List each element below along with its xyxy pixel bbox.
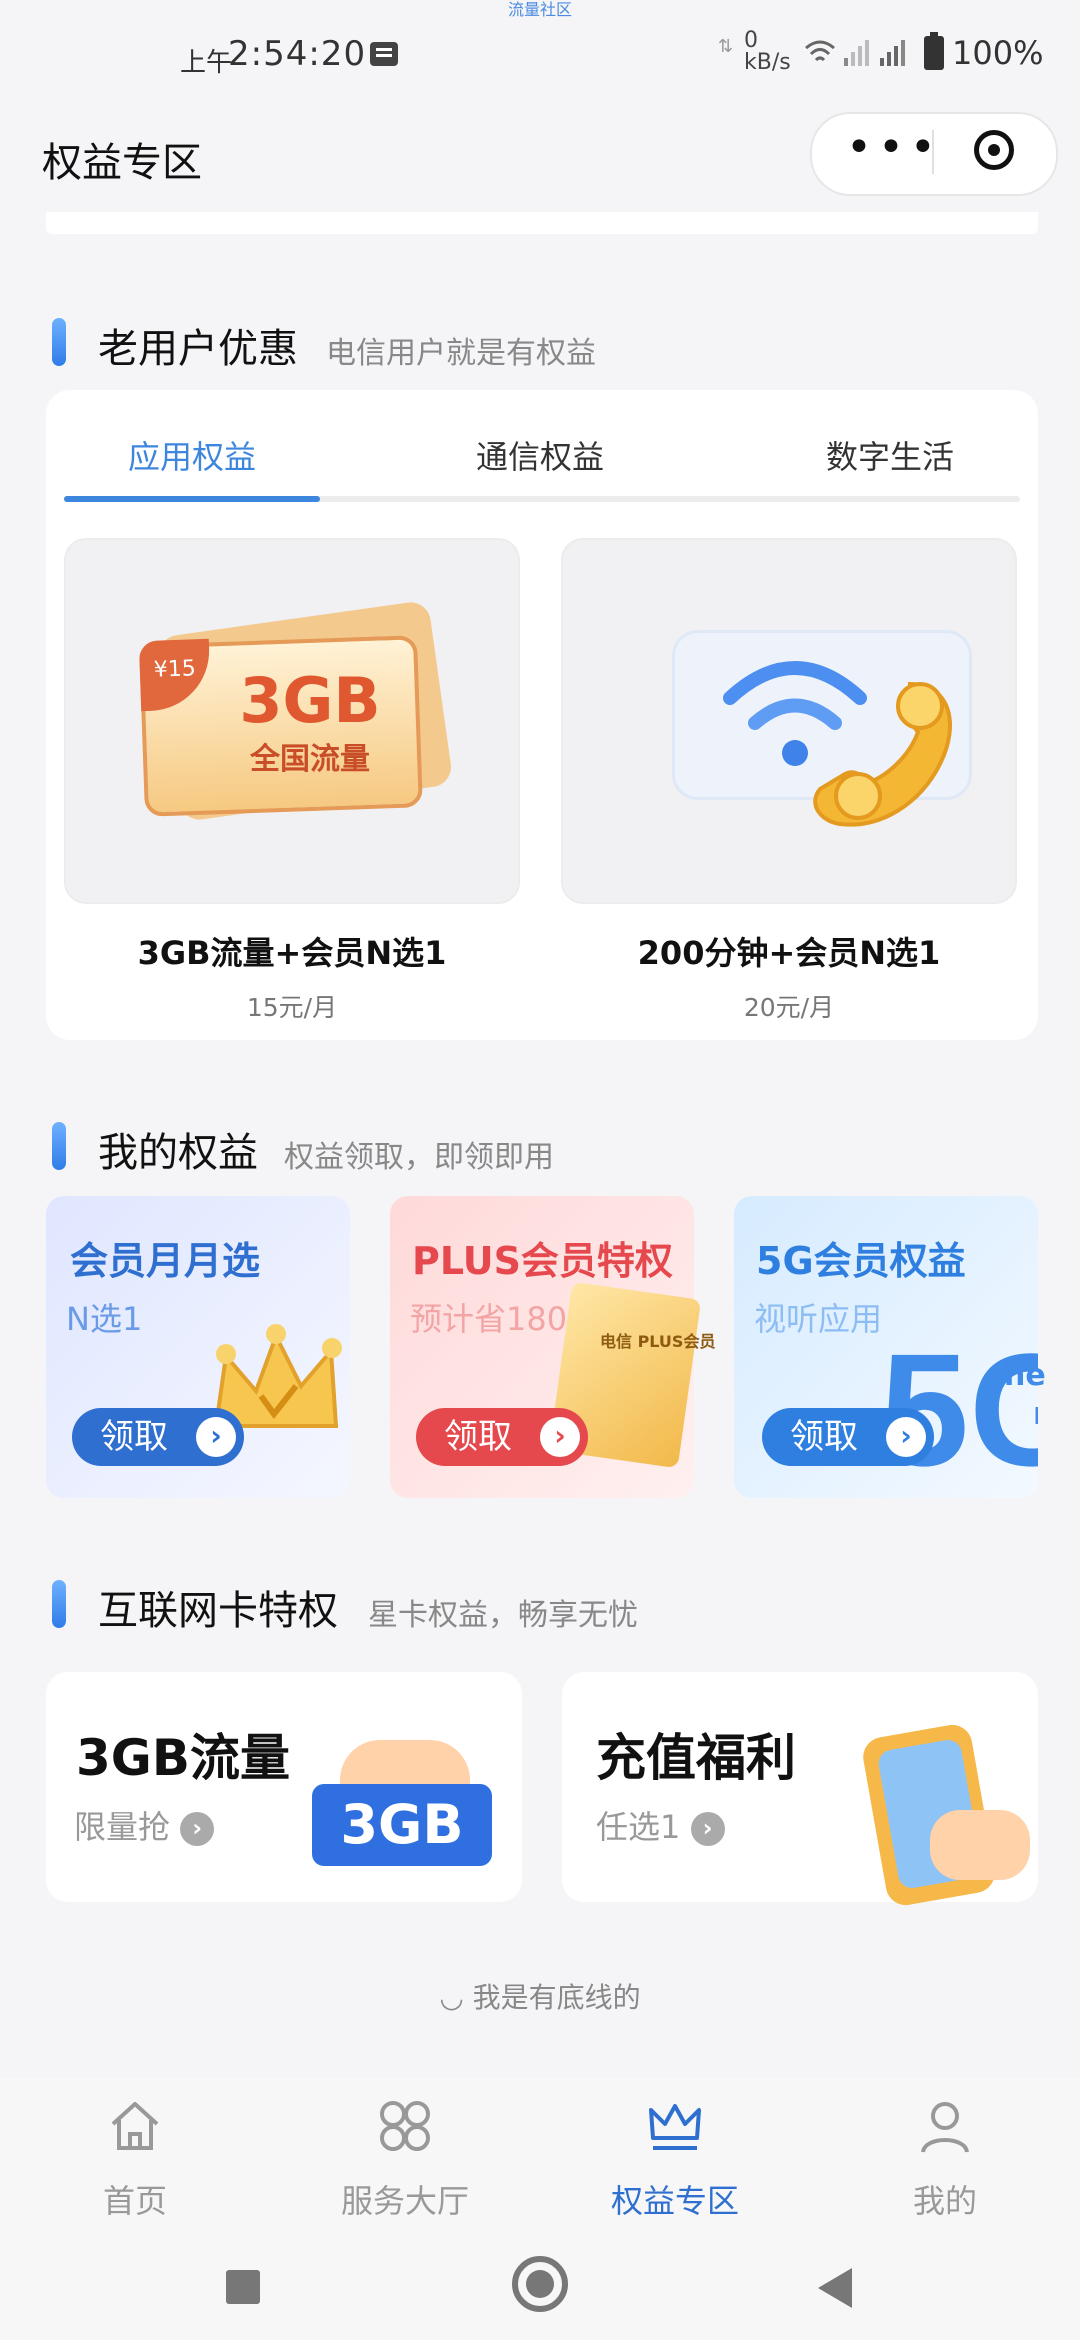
3gb-badge-art: 3GB [312,1784,492,1866]
net-speed: 0 kB/s [744,28,791,75]
benefit-subtitle: N选1 [66,1300,143,1338]
section-title-my-benefits: 我的权益 [98,1130,258,1176]
signal-icon-1 [844,40,869,66]
tab-digital-life[interactable]: 数字生活 [730,432,1050,478]
arrow-right-icon: › [886,1417,926,1457]
arrow-right-icon: › [540,1417,580,1457]
battery-icon [924,32,944,70]
internet-card-title: 充值福利 [596,1729,796,1787]
5g-logo-suffix: he [1004,1358,1046,1393]
close-program-button[interactable] [974,130,1014,170]
ticket-big-text: 3GB [239,664,381,737]
hand-art [930,1810,1030,1880]
clover-icon [380,2101,430,2151]
benefit-title: 会员月月选 [70,1239,261,1283]
nav-item-mine[interactable]: 我的 [810,2096,1080,2222]
message-icon [370,42,398,66]
section-subtitle-internet-card: 星卡权益，畅享无忧 [368,1598,638,1633]
back-button[interactable] [818,2268,852,2308]
phone-handset-icon [813,681,952,827]
ticket-small-text: 全国流量 [250,742,370,777]
nav-label: 首页 [102,2182,167,2220]
section-title-old-user: 老用户优惠 [98,326,298,372]
arrow-right-icon: › [180,1812,215,1846]
arrow-right-icon: › [690,1812,725,1846]
internet-card-subtitle: 限量抢 › [74,1802,215,1848]
benefit-subtitle: 视听应用 [754,1300,883,1338]
page-title: 权益专区 [42,140,202,186]
end-icon: ◡ [439,1981,464,2014]
internet-card-title: 3GB流量 [76,1729,290,1787]
section-accent-bar [52,318,66,366]
status-time-prefix: 上午 [180,48,233,78]
crown-icon [649,2104,701,2150]
nav-label: 服务大厅 [340,2182,469,2220]
tab-indicator [64,496,320,502]
tab-communication-benefits[interactable]: 通信权益 [380,432,700,478]
nav-label: 我的 [912,2182,977,2220]
signal-icon-2 [880,40,905,66]
internet-card-subtitle: 任选1 › [596,1802,725,1848]
status-caption: 流量社区 [507,0,572,19]
arrow-right-icon: › [196,1417,236,1457]
claim-button[interactable]: 领取 › [72,1408,244,1466]
product-name[interactable]: 200分钟+会员N选1 [561,928,1017,974]
benefit-title: PLUS会员特权 [412,1239,673,1283]
claim-button[interactable]: 领取 › [416,1408,588,1466]
battery-level: 100% [952,34,1044,72]
nav-item-service-hall[interactable]: 服务大厅 [270,2096,540,2222]
plus-card-art-text: 电信 PLUS会员 [600,1332,716,1351]
more-button[interactable]: ••• [846,126,936,170]
nav-item-home[interactable]: 首页 [0,2096,270,2222]
product-name[interactable]: 3GB流量+会员N选1 [64,928,520,974]
user-icon [921,2102,969,2153]
section-accent-bar [52,1580,66,1628]
section-title-internet-card: 互联网卡特权 [98,1588,338,1634]
wifi-status-icon [805,40,835,62]
product-price: 15元/月 [246,993,338,1022]
section-subtitle-my-benefits: 权益领取，即领即用 [284,1140,554,1175]
home-button[interactable] [512,2256,568,2312]
capsule-divider [932,130,934,174]
benefit-title: 5G会员权益 [756,1239,966,1283]
data-arrows-icon: ⇅ [718,36,734,57]
claim-button[interactable]: 领取 › [762,1408,934,1466]
nav-label: 权益专区 [610,2182,739,2220]
end-of-list-text: ◡ 我是有底线的 [439,1981,641,2014]
home-icon [111,2102,159,2150]
tab-app-benefits[interactable]: 应用权益 [32,432,352,478]
status-time: 2:54:20 [228,34,367,74]
section-subtitle-old-user: 电信用户就是有权益 [326,336,596,371]
nav-item-benefits[interactable]: 权益专区 [540,2096,810,2222]
recent-apps-button[interactable] [226,2270,260,2304]
section-accent-bar [52,1122,66,1170]
banner-bottom-edge [46,212,1038,234]
product-price: 20元/月 [743,993,835,1022]
